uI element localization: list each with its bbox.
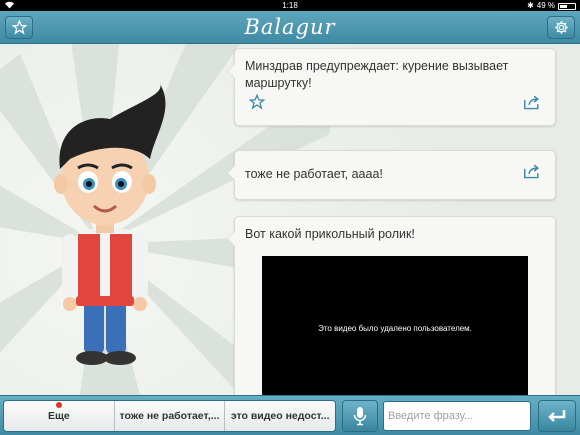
share-icon[interactable]: [523, 94, 541, 115]
battery-icon: [558, 3, 576, 10]
chip-label: тоже не работает,...: [119, 410, 220, 422]
message-bubble: тоже не работает, аааа!: [227, 150, 556, 200]
video-player[interactable]: Это видео было удалено пользователем.: [262, 256, 528, 395]
chip-label: Еще: [47, 410, 70, 422]
message-text: тоже не работает, аааа!: [245, 167, 383, 181]
message-bubble: Минздрав предупреждает: курение вызывает…: [227, 48, 556, 126]
phrase-input[interactable]: [383, 401, 531, 431]
microphone-button[interactable]: [342, 400, 378, 432]
microphone-icon: [353, 407, 367, 426]
navigation-bar: Balagur: [0, 11, 580, 44]
chip-suggestion[interactable]: это видео недост...: [225, 401, 335, 431]
send-button[interactable]: [538, 400, 576, 432]
chat-area[interactable]: Минздрав предупреждает: курение вызывает…: [0, 44, 580, 395]
chip-label: это видео недост...: [230, 410, 330, 422]
battery-percent: 49 %: [536, 1, 555, 10]
message-text: Минздрав предупреждает: курение вызывает…: [245, 59, 509, 90]
app-logo: Balagur: [244, 15, 336, 39]
bottom-toolbar: Еще тоже не работает,... это видео недос…: [0, 395, 580, 435]
status-bar: 1:18 ✱ 49 %: [0, 0, 580, 11]
notification-dot: [55, 402, 62, 408]
message-text: Вот какой прикольный ролик!: [245, 227, 415, 241]
message-bubble: Вот какой прикольный ролик! Это видео бы…: [227, 216, 556, 395]
suggestion-chips: Еще тоже не работает,... это видео недос…: [3, 400, 336, 432]
gear-icon: [554, 21, 568, 34]
cartoon-boy-avatar: [54, 84, 166, 365]
settings-button[interactable]: [547, 16, 575, 39]
share-icon[interactable]: [523, 163, 541, 184]
video-removed-text: Это видео было удалено пользователем.: [318, 324, 472, 333]
chip-more[interactable]: Еще: [4, 401, 115, 431]
star-icon[interactable]: [248, 93, 266, 115]
status-time: 1:18: [282, 1, 298, 10]
return-arrow-icon: [548, 410, 566, 422]
bluetooth-icon: ✱: [527, 1, 534, 10]
chip-suggestion[interactable]: тоже не работает,...: [114, 401, 226, 431]
